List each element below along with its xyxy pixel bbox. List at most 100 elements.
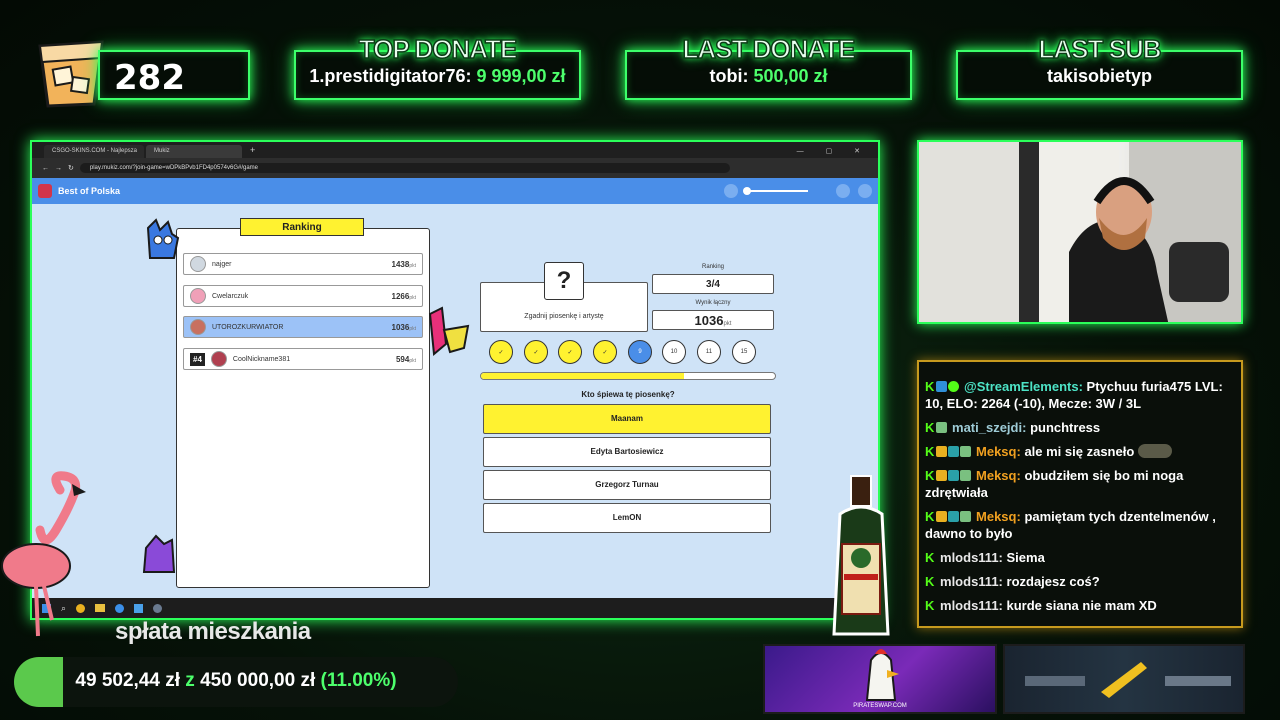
webcam-feed [917, 140, 1243, 324]
round-indicator: ✓ [593, 340, 617, 364]
url-input[interactable]: play.mukiz.com/?join-game=wDPkBPvb1FD4p0… [79, 163, 730, 173]
top-donate-info: 1.prestidigitator76: 9 999,00 zł [296, 66, 579, 87]
mail-icon[interactable] [134, 603, 144, 613]
last-donate-title: LAST DONATE [682, 33, 856, 65]
player-name: najger [212, 260, 232, 268]
goal-progress-text: 49 502,44 zł z 450 000,00 zł (11.00%) [14, 670, 458, 692]
last-sub-title: LAST SUB [1038, 33, 1163, 65]
last-donate-amount: 500,00 zł [753, 66, 828, 86]
app-title: Best of Polska [58, 186, 121, 196]
exit-icon[interactable] [858, 184, 872, 198]
top-donate-name: 1.prestidigitator76: [309, 66, 472, 86]
round-indicator: 10 [662, 340, 686, 364]
answer-button[interactable]: LemON [483, 503, 771, 533]
ranking-row: Cwelarczuk 1266pkt [183, 285, 423, 307]
goal-progress-bar: 49 502,44 zł z 450 000,00 zł (11.00%) [14, 657, 458, 707]
top-donate-title: TOP DONATE [358, 33, 518, 65]
chat-username[interactable]: mlods111: [940, 550, 1003, 565]
player-points: 1438pkt [391, 259, 416, 269]
ranking-panel: najger 1438pkt Cwelarczuk 1266pkt UTOROZ… [176, 228, 430, 588]
back-icon[interactable]: ← [42, 165, 49, 172]
tab-csgo-skins[interactable]: CSGO-SKINS.COM - Najlepsza [44, 145, 144, 158]
answer-button[interactable]: Edyta Bartosiewicz [483, 437, 771, 467]
chat-username[interactable]: Meksq: [976, 444, 1021, 459]
tab-strip: CSGO-SKINS.COM - Najlepsza Mukiz + — ▢ ✕ [32, 142, 878, 158]
answer-button[interactable]: Maanam [483, 404, 771, 434]
last-sub-box: LAST SUB takisobietyp [956, 33, 1243, 100]
chat-text: Siema [1006, 550, 1045, 565]
last-donate-name: tobi: [709, 66, 749, 86]
pirateswap-ad[interactable]: PIRATESWAP.COM [763, 644, 997, 714]
purple-mascot-icon [142, 534, 176, 573]
settings-icon[interactable] [836, 184, 850, 198]
stream-overlay: 282 TOP DONATE 1.prestidigitator76: 9 99… [0, 0, 1280, 720]
goal-percent: (11.00%) [320, 670, 397, 691]
chat-text: kurde siana nie mam XD [1006, 598, 1157, 613]
score-value: 1036 [694, 313, 724, 328]
forward-icon[interactable]: → [55, 165, 62, 172]
last-sub-name: takisobietyp [1046, 66, 1153, 86]
verified-badge-icon [948, 381, 960, 392]
chat-text: punchtress [1030, 420, 1101, 435]
round-indicator: ✓ [558, 340, 582, 364]
crown-badge-icon [936, 446, 948, 457]
player-name: Cwelarczuk [212, 292, 249, 300]
goal-separator: z [185, 670, 195, 691]
chat-username[interactable]: Meksq: [976, 468, 1021, 483]
question-mark-icon: ? [544, 262, 584, 300]
emote-icon [1137, 444, 1172, 458]
round-indicator: 15 [732, 340, 756, 364]
browser-window: CSGO-SKINS.COM - Najlepsza Mukiz + — ▢ ✕… [30, 140, 880, 620]
sub-badge-icon [960, 446, 972, 457]
reload-icon[interactable]: ↻ [68, 164, 74, 172]
score-unit: pkt [723, 321, 732, 327]
mod-badge-icon [948, 470, 960, 481]
chat-text: ale mi się zasneło [1024, 444, 1135, 459]
round-indicator: 9 [628, 340, 652, 364]
window-controls-icon[interactable]: — ▢ ✕ [789, 147, 878, 158]
sub-badge-icon [960, 511, 972, 522]
chat-username[interactable]: mati_szejdi: [952, 420, 1026, 435]
round-progress-bar [480, 372, 776, 380]
address-bar-row: ← → ↻ play.mukiz.com/?join-game=wDPkBPvb… [32, 158, 878, 178]
ranking-title: Ranking [240, 218, 364, 236]
ad-label: PIRATESWAP.COM [853, 703, 907, 709]
kick-badge-icon: K [925, 444, 935, 459]
chat-username[interactable]: @StreamElements: [964, 379, 1083, 394]
mod-badge-icon [948, 446, 960, 457]
top-donate-box: TOP DONATE 1.prestidigitator76: 9 999,00… [294, 33, 581, 100]
round-indicator: ✓ [524, 340, 548, 364]
chat-username[interactable]: mlods111: [940, 574, 1003, 589]
kick-badge-icon: K [925, 420, 935, 435]
volume-icon[interactable] [724, 184, 738, 198]
player-name: UTOROZKURWIATOR [212, 323, 284, 331]
player-points: 594pkt [395, 354, 416, 364]
last-donate-info: tobi: 500,00 zł [627, 66, 910, 87]
player-points: 1036pkt [391, 322, 416, 332]
app-icon[interactable] [115, 603, 125, 613]
answer-button[interactable]: Grzegorz Turnau [483, 470, 771, 500]
steam-icon[interactable] [153, 603, 163, 613]
volume-slider[interactable] [743, 187, 808, 195]
chat-username[interactable]: Meksq: [976, 509, 1021, 524]
chat-message: K @StreamElements: Ptychuu furia475 LVL:… [925, 378, 1235, 412]
score-box: 1036pkt [652, 310, 774, 330]
question-text: Kto śpiewa tę piosenkę? [581, 390, 675, 399]
chat-username[interactable]: mlods111: [940, 598, 1003, 613]
chat-message: K Meksq: pamiętam tych dzentelmenów , da… [925, 508, 1235, 542]
chat-panel: K @StreamElements: Ptychuu furia475 LVL:… [917, 360, 1243, 628]
folder-icon[interactable] [95, 604, 106, 612]
last-donate-box: LAST DONATE tobi: 500,00 zł [625, 33, 912, 100]
ranking-label: Ranking [701, 264, 724, 270]
crown-badge-icon [936, 511, 948, 522]
app-header: Best of Polska [32, 178, 878, 204]
new-tab-icon[interactable]: + [244, 145, 261, 158]
kick-badge-icon: K [925, 468, 935, 483]
chat-message: K mati_szejdi: punchtress [925, 419, 1235, 436]
goal-target: 450 000,00 zł [200, 670, 316, 691]
kick-badge-icon: K [925, 598, 935, 613]
skins-ad[interactable] [1003, 644, 1245, 714]
tab-mukiz[interactable]: Mukiz [146, 145, 242, 158]
sub-badge-icon [936, 422, 948, 433]
bot-badge-icon [936, 381, 948, 392]
